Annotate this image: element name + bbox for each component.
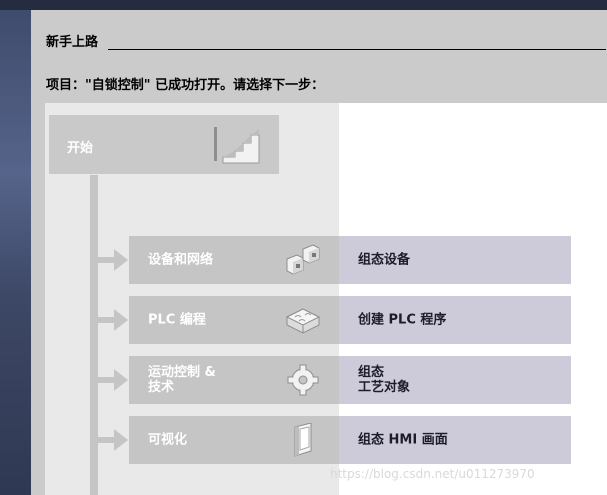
arrow-right-icon	[96, 429, 128, 451]
title-row: 新手上路	[46, 32, 606, 52]
portal-label: PLC 编程	[148, 312, 206, 328]
title-divider	[108, 49, 606, 50]
arrow-right-icon	[96, 309, 128, 331]
first-steps-panel: 新手上路 项目："自锁控制" 已成功打开。请选择下一步： 开始 设备和网络 组态…	[31, 10, 607, 495]
action-label: 组态设备	[358, 252, 411, 268]
portal-row-motion: 运动控制 & 技术 组态 工艺对象	[96, 356, 571, 404]
puzzle-icon	[285, 308, 321, 334]
portal-row-visualization: 可视化 组态 HMI 画面	[96, 416, 571, 464]
portal-label: 可视化	[148, 432, 188, 448]
stairs-icon	[214, 127, 260, 164]
portal-motion-technology-button[interactable]: 运动控制 & 技术	[129, 356, 339, 404]
create-plc-program-button[interactable]: 创建 PLC 程序	[339, 296, 571, 344]
portal-plc-programming-button[interactable]: PLC 编程	[129, 296, 339, 344]
start-button[interactable]: 开始	[49, 115, 279, 174]
portal-visualization-button[interactable]: 可视化	[129, 416, 339, 464]
portal-label: 设备和网络	[148, 252, 214, 268]
arrow-right-icon	[96, 249, 128, 271]
desktop-background	[0, 0, 31, 495]
action-label: 组态 工艺对象	[358, 365, 411, 395]
configure-technology-objects-button[interactable]: 组态 工艺对象	[339, 356, 571, 404]
devices-network-icon	[286, 244, 320, 275]
portal-row-plc: PLC 编程 创建 PLC 程序	[96, 296, 571, 344]
portal-label: 运动控制 & 技术	[148, 365, 216, 395]
portal-row-devices: 设备和网络 组态设备	[96, 236, 571, 284]
top-bar	[0, 0, 607, 10]
configure-device-button[interactable]: 组态设备	[339, 236, 571, 284]
watermark-text: https://blog.csdn.net/u011273970	[330, 467, 535, 481]
hmi-panel-icon	[294, 423, 312, 457]
action-label: 创建 PLC 程序	[358, 312, 447, 328]
project-status-text: 项目："自锁控制" 已成功打开。请选择下一步：	[46, 78, 325, 93]
action-label: 组态 HMI 画面	[358, 432, 448, 448]
page-title: 新手上路	[46, 35, 99, 50]
gear-icon	[287, 364, 319, 396]
configure-hmi-screen-button[interactable]: 组态 HMI 画面	[339, 416, 571, 464]
portal-devices-networks-button[interactable]: 设备和网络	[129, 236, 339, 284]
start-label: 开始	[67, 141, 94, 156]
arrow-right-icon	[96, 369, 128, 391]
